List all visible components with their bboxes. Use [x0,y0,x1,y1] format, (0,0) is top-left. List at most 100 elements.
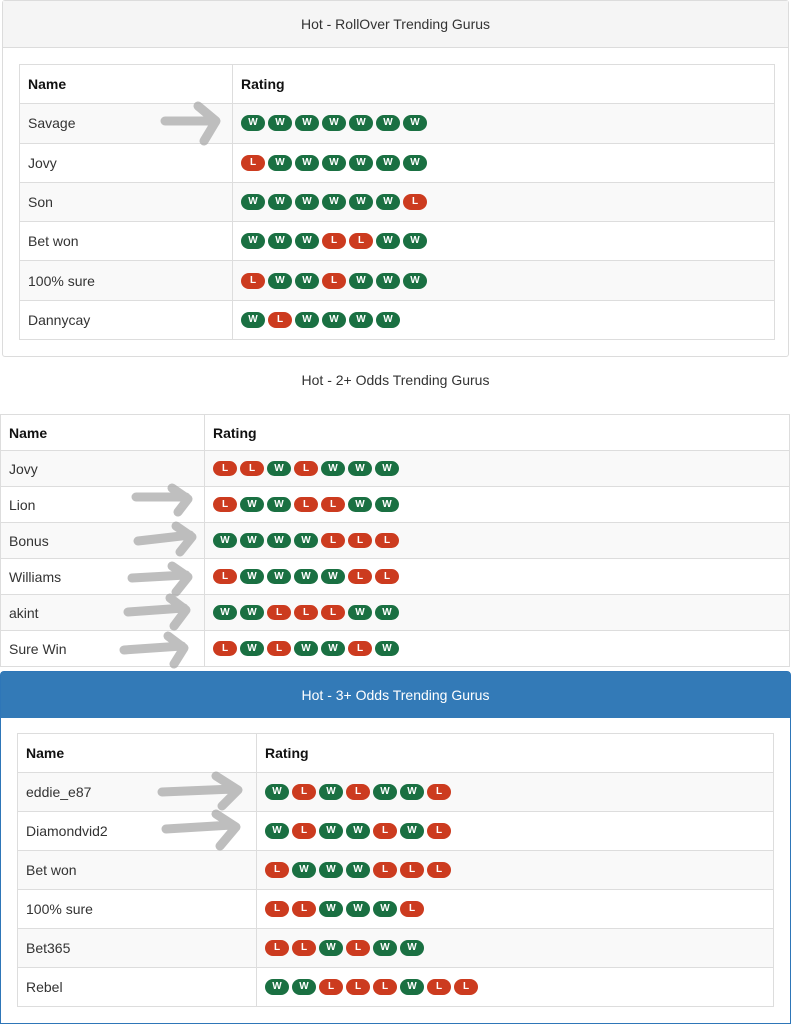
panel-title: Hot - RollOver Trending Gurus [3,1,788,48]
win-badge: W [265,784,289,800]
guru-name: Jovy [19,142,233,183]
win-badge: W [403,233,427,250]
win-badge: W [348,605,372,620]
win-badge: W [373,784,397,800]
table-row: Bet won L W W W L L L [17,850,774,890]
win-badge: W [348,497,372,512]
loss-badge: L [292,940,316,956]
win-badge: W [240,641,264,656]
win-badge: W [322,154,346,171]
win-badge: W [295,233,319,250]
win-badge: W [375,461,399,476]
gurus-table: Name Rating Savage W W W W W W W Jovy L W W W W W W Son W… [19,63,775,341]
table-row: Son W W W W W W L [19,181,775,223]
guru-name: Bet365 [17,928,257,968]
guru-rating: LLWLWW [256,928,774,968]
guru-name: Bet won [19,221,233,262]
guru-name: Savage [19,103,233,144]
win-badge: W [292,979,316,995]
rating-badges: WWWWWWL [241,194,766,211]
loss-badge: L [292,823,316,839]
rating-badges: LWWWWLL [213,569,781,584]
rating-badges: WWLLLWLL [265,979,765,995]
win-badge: W [240,605,264,620]
rating-badges: WLWWWW [241,311,766,328]
loss-badge: L [213,461,237,476]
win-badge: W [268,194,292,211]
rating-badges: LLWLWWW [213,461,781,476]
loss-badge: L [241,272,265,289]
rollover-gurus-panel: Hot - RollOver Trending Gurus Name Ratin… [2,0,789,357]
table-row: Diamondvid2 W L W W L W L [17,811,774,851]
loss-badge: L [321,497,345,512]
win-badge: W [268,272,292,289]
table-row: Bet365 L L W L W W [17,928,774,968]
win-badge: W [403,154,427,171]
win-badge: W [294,641,318,656]
win-badge: W [373,940,397,956]
guru-name: 100% sure [19,260,233,301]
win-badge: W [319,940,343,956]
win-badge: W [349,272,373,289]
loss-badge: L [240,461,264,476]
win-badge: W [268,154,292,171]
win-badge: W [268,115,292,132]
guru-rating: LWWLWWW [232,260,775,301]
loss-badge: L [241,154,265,171]
win-badge: W [376,154,400,171]
rating-badges: WLWLWWL [265,784,765,800]
guru-name: Rebel [17,967,257,1007]
win-badge: W [213,605,237,620]
guru-rating: WWLLLWLL [256,967,774,1007]
rating-badges: LWWWWWW [241,154,766,171]
win-badge: W [295,272,319,289]
guru-name: Diamondvid2 [17,811,257,851]
guru-rating: LWWWWLL [204,558,790,595]
loss-badge: L [321,605,345,620]
win-badge: W [267,461,291,476]
guru-rating: LWLWWLW [204,630,790,667]
guru-rating: WLWWLWL [256,811,774,851]
loss-badge: L [427,784,451,800]
loss-badge: L [319,979,343,995]
rating-column-header: Rating [256,733,774,773]
loss-badge: L [373,823,397,839]
guru-rating: WLWWWW [232,299,775,341]
table-row: Lion L W W L L W W [0,486,790,523]
loss-badge: L [292,901,316,917]
win-badge: W [346,901,370,917]
loss-badge: L [348,533,372,548]
loss-badge: L [213,497,237,512]
guru-name: eddie_e87 [17,772,257,812]
win-badge: W [349,311,373,328]
win-badge: W [321,461,345,476]
loss-badge: L [373,979,397,995]
win-badge: W [322,115,346,132]
loss-badge: L [346,940,370,956]
win-badge: W [400,784,424,800]
three-plus-odds-gurus-panel: Hot - 3+ Odds Trending Gurus Name Rating… [0,671,791,1024]
rating-badges: LWWLLWW [213,497,781,512]
win-badge: W [213,533,237,548]
loss-badge: L [400,862,424,878]
panel-title: Hot - 2+ Odds Trending Gurus [0,366,791,394]
guru-rating: WWWLLWW [232,221,775,262]
win-badge: W [295,311,319,328]
win-badge: W [322,311,346,328]
loss-badge: L [268,311,292,328]
rating-badges: WLWWLWL [265,823,765,839]
guru-rating: LWWLLWW [204,486,790,523]
win-badge: W [376,311,400,328]
loss-badge: L [400,901,424,917]
guru-rating: LLWWWL [256,889,774,929]
two-plus-odds-gurus-panel: Hot - 2+ Odds Trending Gurus Name Rating… [0,366,791,668]
win-badge: W [403,272,427,289]
win-badge: W [349,115,373,132]
win-badge: W [376,272,400,289]
win-badge: W [267,569,291,584]
table-row: akint W W L L L W W [0,594,790,631]
table-row: Jovy L L W L W W W [0,450,790,487]
win-badge: W [403,115,427,132]
name-column-header: Name [19,63,233,105]
win-badge: W [241,233,265,250]
